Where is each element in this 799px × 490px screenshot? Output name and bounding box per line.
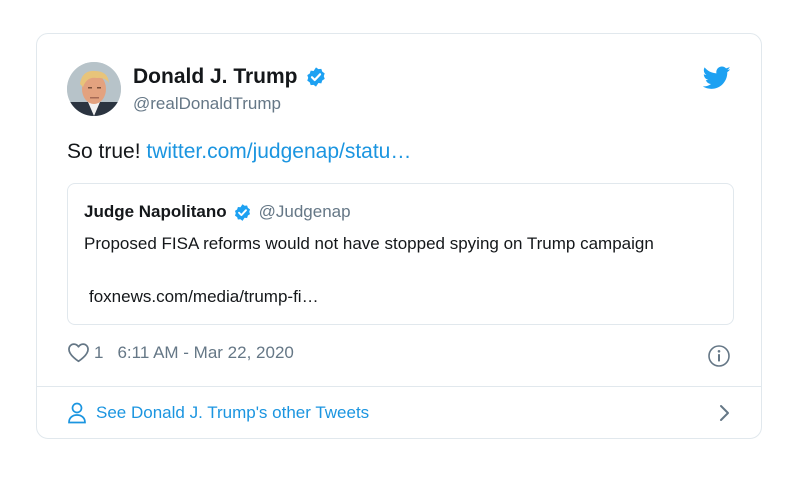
tweet-text-prefix: So true! [67,140,147,163]
quoted-tweet-text: Proposed FISA reforms would not have sto… [84,234,654,253]
like-count[interactable]: 1 [94,343,103,363]
author-handle[interactable]: @realDonaldTrump [133,94,327,114]
verified-icon [306,67,325,87]
avatar[interactable] [67,62,121,116]
quoted-tweet[interactable]: Judge Napolitano @Judgenap Proposed FISA… [67,183,734,325]
info-icon[interactable] [707,344,731,368]
see-other-tweets-label[interactable]: See Donald J. Trump's other Tweets [96,403,369,423]
verified-icon [234,203,250,221]
heart-icon[interactable] [67,342,90,363]
see-other-tweets-link[interactable]: See Donald J. Trump's other Tweets [67,387,731,439]
author-name-row[interactable]: Donald J. Trump [133,64,327,90]
tweet-card: Donald J. Trump @realDonaldTrump So true… [36,33,762,439]
quoted-tweet-link[interactable]: foxnews.com/media/trump-fi… [89,287,319,307]
quoted-tweet-header[interactable]: Judge Napolitano @Judgenap [84,202,351,222]
chevron-right-icon[interactable] [717,404,731,422]
tweet-text: So true! twitter.com/judgenap/statu… [67,140,411,164]
quoted-author-handle[interactable]: @Judgenap [259,202,351,222]
tweet-timestamp[interactable]: 6:11 AM - Mar 22, 2020 [117,343,293,363]
person-icon [68,402,86,424]
tweet-link[interactable]: twitter.com/judgenap/statu… [146,140,411,163]
author-display-name[interactable]: Donald J. Trump [133,64,298,90]
author-block[interactable]: Donald J. Trump @realDonaldTrump [133,64,327,114]
twitter-bird-icon[interactable] [703,66,731,90]
tweet-meta: 1 6:11 AM - Mar 22, 2020 [67,342,294,363]
quoted-author-name[interactable]: Judge Napolitano [84,202,227,222]
